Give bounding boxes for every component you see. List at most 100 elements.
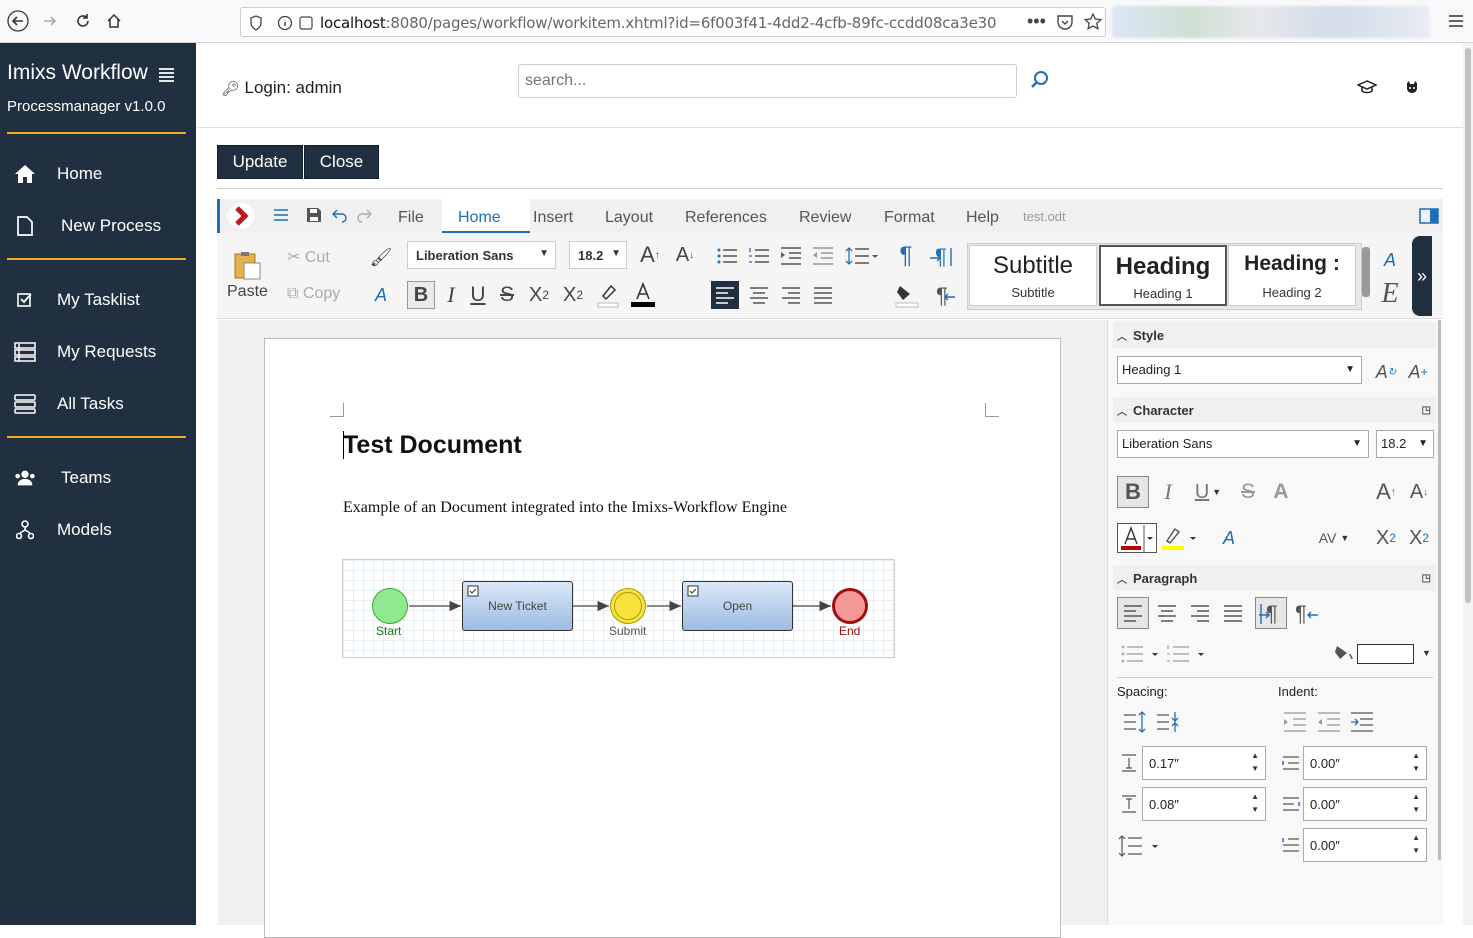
url-text[interactable]: localhost:8080/pages/workflow/workitem.x… (320, 14, 997, 32)
panel-bold-button[interactable]: B (1117, 476, 1149, 508)
cut-button[interactable]: ✂︎ Cut (287, 247, 330, 267)
gallery-scrollbar[interactable] (1362, 247, 1370, 297)
spinner-arrows-icon[interactable]: ▲ ▼ (1412, 749, 1420, 775)
font-size-select[interactable]: 18.2 ▼ (569, 241, 627, 269)
copy-button[interactable]: ⧉ Copy (287, 285, 340, 303)
brand-title[interactable]: Imixs Workflow (7, 61, 148, 85)
home-browser-icon[interactable] (99, 6, 129, 36)
pocket-icon[interactable] (1056, 14, 1074, 36)
align-left-button[interactable] (711, 281, 739, 309)
toolbar-expand-button[interactable]: » (1412, 236, 1432, 316)
line-spacing-menu-icon[interactable] (1118, 832, 1162, 860)
address-bar[interactable]: localhost:8080/pages/workflow/workitem.x… (240, 7, 1106, 37)
menu-help[interactable]: Help (966, 209, 999, 227)
document-page[interactable]: Test Document Example of an Document int… (264, 338, 1061, 938)
style-subtitle[interactable]: Subtitle Subtitle (969, 245, 1097, 306)
subscript-button[interactable]: X2 (525, 281, 553, 309)
underline-button[interactable]: U (466, 281, 490, 309)
start-event-circle[interactable] (372, 588, 408, 624)
page-settings-icon[interactable] (299, 16, 313, 35)
panel-scrollbar[interactable] (1438, 320, 1441, 860)
spacing-above-input[interactable]: 0.17″ ▲ ▼ (1142, 746, 1266, 780)
panel-rtl-button[interactable]: ¶ (1291, 597, 1321, 629)
clone-formatting-icon[interactable]: 🖌︎ (369, 245, 393, 269)
numbered-list-icon[interactable] (746, 243, 772, 269)
formatting-marks-icon[interactable]: ¶ (893, 242, 919, 269)
sidebar-item-teams[interactable]: Teams (0, 458, 196, 498)
update-style-icon[interactable]: A ↻ (1373, 358, 1399, 386)
character-size-select[interactable]: 18.2 ▼ (1376, 430, 1434, 458)
panel-background-fill-icon[interactable] (1332, 640, 1356, 666)
sidebar-item-new-process[interactable]: New Process (0, 206, 196, 246)
document-title[interactable]: Test Document (343, 431, 522, 460)
strikethrough-button[interactable]: S (495, 281, 519, 309)
menu-format[interactable]: Format (884, 209, 935, 227)
redo-icon[interactable] (356, 207, 372, 228)
panel-grow-font-icon[interactable]: A ↑ (1372, 476, 1400, 508)
shrink-font-icon[interactable]: A ↓ (672, 241, 698, 269)
menu-references[interactable]: References (685, 209, 767, 227)
submit-event-circle[interactable] (610, 588, 646, 624)
sidebar-toggle-icon[interactable] (158, 66, 175, 88)
spinner-arrows-icon[interactable]: ▲ ▼ (1412, 831, 1420, 857)
panel-ltr-button[interactable]: ¶ (1255, 597, 1287, 629)
document-body[interactable]: Example of an Document integrated into t… (343, 499, 787, 517)
style-section-header[interactable]: ︿ Style (1113, 322, 1437, 348)
more-options-icon[interactable]: ◳ (1422, 573, 1431, 584)
sidebar-item-models[interactable]: Models (0, 510, 196, 550)
increase-spacing-icon[interactable] (1122, 708, 1148, 736)
sidebar-item-all-tasks[interactable]: All Tasks (0, 384, 196, 424)
character-section-header[interactable]: ︿ Character ◳ (1113, 397, 1437, 423)
panel-justify-button[interactable] (1219, 597, 1247, 629)
panel-font-color-button[interactable] (1117, 523, 1157, 553)
panel-shrink-font-icon[interactable]: A ↓ (1405, 476, 1433, 508)
info-icon[interactable] (277, 15, 293, 36)
character-font-select[interactable]: Liberation Sans ▼ (1117, 430, 1369, 458)
hamburger-menu-icon[interactable] (1441, 6, 1471, 36)
line-spacing-icon[interactable] (844, 243, 880, 269)
panel-align-center-button[interactable] (1153, 597, 1181, 629)
paste-label[interactable]: Paste (227, 283, 268, 301)
spinner-arrows-icon[interactable]: ▲ ▼ (1251, 790, 1259, 816)
style-heading-2[interactable]: Heading : Heading 2 (1228, 245, 1356, 306)
style-heading-1[interactable]: Heading Heading 1 (1099, 245, 1227, 306)
align-right-button[interactable] (778, 281, 804, 309)
panel-clear-format-icon[interactable]: A (1215, 523, 1243, 553)
save-icon[interactable] (306, 207, 322, 228)
search-icon[interactable] (1030, 70, 1050, 95)
superscript-button[interactable]: X2 (559, 281, 587, 309)
page-scrollbar-thumb[interactable] (1465, 48, 1471, 603)
indent-first-line-input[interactable]: 0.00″ ▲ ▼ (1303, 828, 1427, 862)
clear-formatting-icon[interactable]: A (369, 283, 393, 307)
spinner-arrows-icon[interactable]: ▲ ▼ (1412, 790, 1420, 816)
bullet-list-icon[interactable] (714, 243, 740, 269)
new-style-icon[interactable]: A + (1405, 358, 1431, 386)
search-input[interactable] (518, 64, 1017, 98)
panel-bullets-icon[interactable] (1120, 640, 1160, 668)
paragraph-section-header[interactable]: ︿ Paragraph ◳ (1113, 565, 1437, 591)
menu-home[interactable]: Home (442, 199, 530, 233)
panel-highlight-color-button[interactable] (1160, 523, 1200, 553)
sidebar-panel-toggle-icon[interactable] (1419, 208, 1439, 229)
github-icon[interactable] (1404, 79, 1420, 100)
collabora-logo-icon[interactable] (228, 203, 254, 229)
update-button[interactable]: Update (217, 145, 303, 179)
panel-align-left-button[interactable] (1117, 597, 1149, 629)
highlight-color-icon[interactable] (594, 281, 622, 309)
bookmark-star-icon[interactable] (1083, 12, 1103, 37)
chevron-down-icon[interactable]: ▼ (1422, 648, 1431, 658)
graduation-cap-icon[interactable] (1356, 79, 1378, 100)
menu-layout[interactable]: Layout (605, 209, 653, 227)
forward-icon[interactable] (35, 6, 65, 36)
font-name-select[interactable]: Liberation Sans ▼ (407, 241, 556, 269)
panel-subscript-icon[interactable]: X2 (1405, 523, 1433, 553)
indent-increase-icon[interactable] (1282, 708, 1308, 736)
hamburger-icon[interactable] (273, 207, 289, 228)
spinner-arrows-icon[interactable]: ▲ ▼ (1251, 749, 1259, 775)
task-open[interactable]: Open (682, 581, 793, 631)
task-new-ticket[interactable]: New Ticket (462, 581, 573, 631)
more-icon[interactable]: ••• (1027, 11, 1046, 32)
hanging-indent-icon[interactable] (1349, 708, 1375, 736)
panel-underline-button[interactable]: U ▼ (1188, 476, 1228, 508)
italic-button[interactable]: I (439, 281, 463, 309)
